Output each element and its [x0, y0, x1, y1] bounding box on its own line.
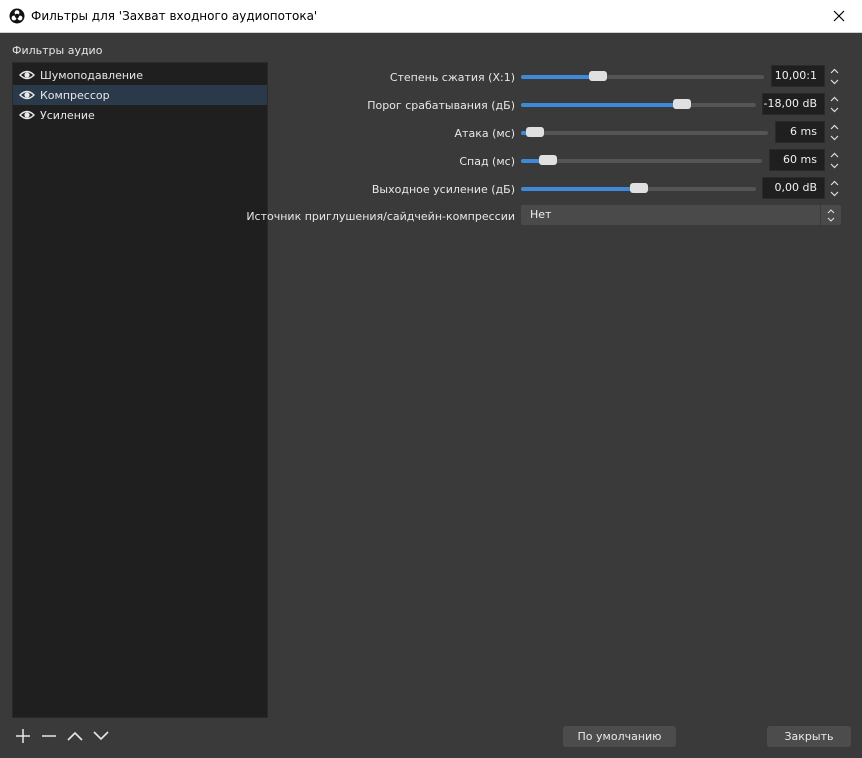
sidechain-select[interactable]: Нет	[521, 205, 841, 225]
slider-fill	[521, 75, 598, 79]
attack-row: Атака (мс)	[0, 122, 515, 144]
ratio-slider[interactable]	[521, 65, 764, 87]
slider-handle[interactable]	[589, 71, 607, 81]
chevron-up-icon	[827, 208, 835, 213]
slider-handle[interactable]	[539, 155, 557, 165]
move-up-button[interactable]	[64, 726, 86, 746]
spin-up-button[interactable]	[827, 93, 841, 104]
spin-up-button[interactable]	[827, 65, 841, 76]
release-slider[interactable]	[521, 149, 762, 171]
sidechain-selected-value: Нет	[530, 208, 552, 221]
slider-fill	[521, 187, 639, 191]
threshold-label: Порог срабатывания (дБ)	[367, 98, 515, 112]
chevron-up-icon	[830, 180, 838, 185]
release-spinbox[interactable]: 60 ms	[769, 149, 841, 171]
spin-down-button[interactable]	[827, 132, 841, 143]
chevron-down-icon	[830, 107, 838, 112]
chevron-down-icon	[830, 79, 838, 84]
release-row: Спад (мс)	[0, 150, 515, 172]
chevron-up-icon	[830, 96, 838, 101]
output-gain-row: Выходное усиление (дБ)	[0, 178, 515, 200]
spin-up-button[interactable]	[827, 121, 841, 132]
slider-handle[interactable]	[526, 127, 544, 137]
spin-down-button[interactable]	[827, 104, 841, 115]
output-gain-slider[interactable]	[521, 177, 756, 199]
title-bar: Фильтры для 'Захват входного аудиопотока…	[0, 0, 862, 33]
slider-handle[interactable]	[673, 99, 691, 109]
attack-slider[interactable]	[521, 121, 768, 143]
threshold-value[interactable]: -18,00 dB	[762, 93, 825, 115]
slider-track	[521, 159, 762, 163]
ratio-row: Степень сжатия (X:1)	[0, 66, 515, 88]
spin-up-button[interactable]	[827, 149, 841, 160]
select-arrows[interactable]	[820, 205, 841, 225]
add-filter-button[interactable]	[12, 726, 34, 746]
attack-spinbox[interactable]: 6 ms	[775, 121, 841, 143]
output-gain-label: Выходное усиление (дБ)	[371, 182, 515, 196]
ratio-value[interactable]: 10,00:1	[771, 65, 825, 87]
plus-icon	[16, 729, 30, 743]
move-down-button[interactable]	[90, 726, 112, 746]
window-title: Фильтры для 'Захват входного аудиопотока…	[31, 9, 318, 23]
slider-handle[interactable]	[630, 183, 648, 193]
chevron-down-icon	[830, 135, 838, 140]
slider-track	[521, 131, 768, 135]
output-gain-spinbox[interactable]: 0,00 dB	[762, 177, 841, 199]
slider-fill	[521, 103, 682, 107]
chevron-down-icon	[827, 217, 835, 222]
obs-logo-icon	[9, 8, 25, 24]
spin-up-button[interactable]	[827, 177, 841, 188]
chevron-up-icon	[830, 152, 838, 157]
close-button[interactable]: Закрыть	[767, 726, 851, 747]
attack-label: Атака (мс)	[454, 126, 515, 140]
chevron-up-icon	[67, 731, 83, 741]
remove-filter-button[interactable]	[38, 726, 60, 746]
defaults-button[interactable]: По умолчанию	[563, 726, 676, 747]
chevron-down-icon	[830, 191, 838, 196]
release-label: Спад (мс)	[459, 154, 515, 168]
spin-down-button[interactable]	[827, 76, 841, 87]
spin-down-button[interactable]	[827, 188, 841, 199]
minus-icon	[42, 735, 56, 737]
chevron-up-icon	[830, 68, 838, 73]
threshold-slider[interactable]	[521, 93, 756, 115]
sidechain-row: Источник приглушения/сайдчейн-компрессии	[0, 205, 515, 227]
release-value[interactable]: 60 ms	[769, 149, 825, 171]
sidechain-label: Источник приглушения/сайдчейн-компрессии	[246, 209, 515, 223]
chevron-down-icon	[830, 163, 838, 168]
chevron-down-icon	[93, 731, 109, 741]
ratio-spinbox[interactable]: 10,00:1	[771, 65, 841, 87]
threshold-spinbox[interactable]: -18,00 dB	[762, 93, 841, 115]
attack-value[interactable]: 6 ms	[775, 121, 825, 143]
spin-down-button[interactable]	[827, 160, 841, 171]
threshold-row: Порог срабатывания (дБ)	[0, 94, 515, 116]
chevron-up-icon	[830, 124, 838, 129]
close-icon	[833, 10, 845, 22]
filters-section-label: Фильтры аудио	[12, 44, 103, 57]
output-gain-value[interactable]: 0,00 dB	[762, 177, 825, 199]
ratio-label: Степень сжатия (X:1)	[389, 70, 515, 84]
close-window-button[interactable]	[816, 0, 862, 32]
